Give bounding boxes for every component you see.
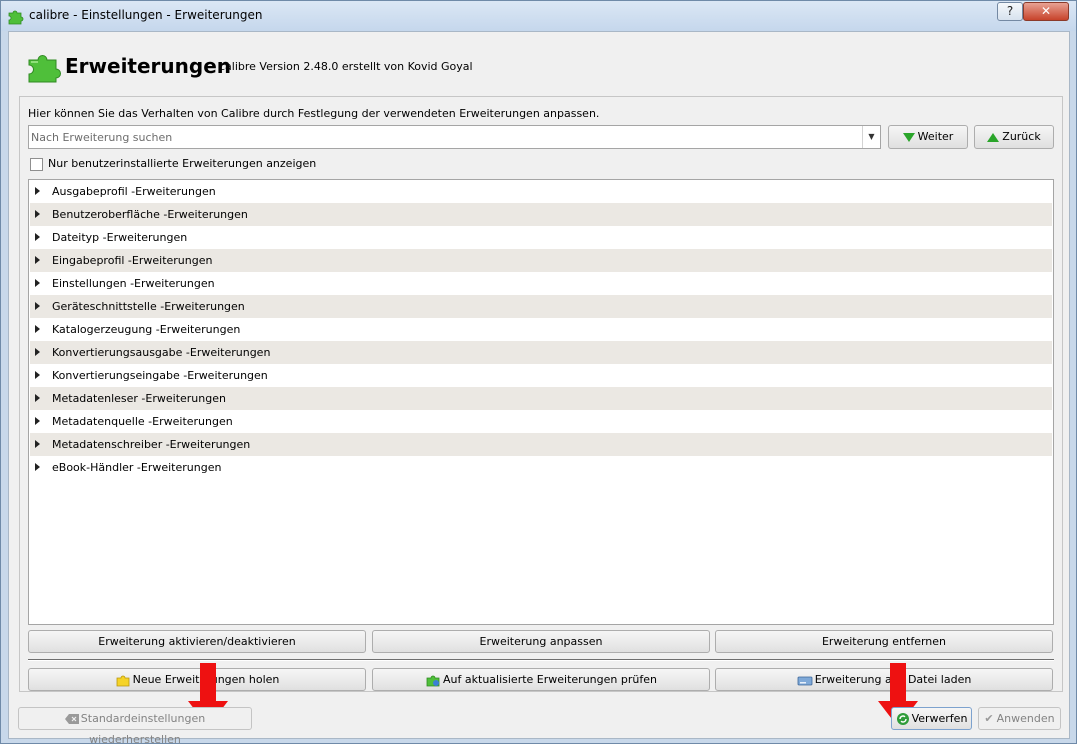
next-button[interactable]: Weiter <box>888 125 968 149</box>
tree-item[interactable]: Dateityp -Erweiterungen <box>30 226 1052 249</box>
help-button[interactable]: ? <box>997 2 1023 21</box>
restore-defaults-label: Standardeinstellungen wiederherstellen <box>80 712 206 744</box>
close-button[interactable]: ✕ <box>1023 2 1069 21</box>
tree-item[interactable]: Geräteschnittstelle -Erweiterungen <box>30 295 1052 318</box>
remove-plugin-button[interactable]: Erweiterung entfernen <box>715 630 1053 653</box>
tree-item[interactable]: Eingabeprofil -Erweiterungen <box>30 249 1052 272</box>
window-title: calibre - Einstellungen - Erweiterungen <box>29 8 263 22</box>
expand-arrow-icon[interactable] <box>35 279 40 287</box>
arrow-up-icon <box>987 132 1000 142</box>
back-button[interactable]: Zurück <box>974 125 1054 149</box>
tree-item[interactable]: Einstellungen -Erweiterungen <box>30 272 1052 295</box>
user-only-checkbox[interactable] <box>30 158 43 171</box>
apply-label: Anwenden <box>996 712 1055 725</box>
plugin-star-icon <box>116 675 129 687</box>
search-combobox[interactable]: ▼ <box>28 125 881 149</box>
search-input[interactable] <box>31 128 859 146</box>
tree-item[interactable]: eBook-Händler -Erweiterungen <box>30 456 1052 479</box>
plugins-panel: Hier können Sie das Verhalten von Calibr… <box>19 96 1063 727</box>
apply-button[interactable]: ✔ Anwenden <box>978 707 1061 730</box>
expand-arrow-icon[interactable] <box>35 302 40 310</box>
clear-icon <box>64 714 79 724</box>
version-info: calibre Version 2.48.0 erstellt von Kovi… <box>219 60 473 73</box>
check-updates-label: Auf aktualisierte Erweiterungen prüfen <box>443 673 657 686</box>
puzzle-icon <box>8 10 24 25</box>
recycle-icon <box>896 713 909 725</box>
tree-item[interactable]: Konvertierungseingabe -Erweiterungen <box>30 364 1052 387</box>
tree-item[interactable]: Ausgabeprofil -Erweiterungen <box>30 180 1052 203</box>
expand-arrow-icon[interactable] <box>35 348 40 356</box>
preferences-window: calibre - Einstellungen - Erweiterungen … <box>0 0 1077 744</box>
check-icon: ✔ <box>984 712 994 725</box>
chevron-down-icon[interactable]: ▼ <box>862 126 880 148</box>
tree-item[interactable]: Metadatenschreiber -Erweiterungen <box>30 433 1052 456</box>
tree-item[interactable]: Konvertierungsausgabe -Erweiterungen <box>30 341 1052 364</box>
expand-arrow-icon[interactable] <box>35 463 40 471</box>
next-label: Weiter <box>917 130 954 143</box>
panel-description: Hier können Sie das Verhalten von Calibr… <box>28 107 600 120</box>
discard-label: Verwerfen <box>911 712 968 725</box>
separator <box>28 659 1054 661</box>
check-updates-button[interactable]: Auf aktualisierte Erweiterungen prüfen <box>372 668 710 691</box>
discard-button[interactable]: Verwerfen <box>891 707 972 730</box>
page-title: Erweiterungen <box>65 54 232 78</box>
arrow-down-icon <box>902 132 915 142</box>
expand-arrow-icon[interactable] <box>35 256 40 264</box>
expand-arrow-icon[interactable] <box>35 210 40 218</box>
tree-item[interactable]: Benutzeroberfläche -Erweiterungen <box>30 203 1052 226</box>
client-area: Erweiterungen calibre Version 2.48.0 ers… <box>8 31 1070 744</box>
puzzle-icon <box>28 55 61 83</box>
expand-arrow-icon[interactable] <box>35 417 40 425</box>
plugin-update-icon <box>426 675 440 687</box>
drive-icon <box>797 676 813 686</box>
back-label: Zurück <box>1002 130 1041 143</box>
plugin-tree[interactable]: Ausgabeprofil -Erweiterungen Benutzerobe… <box>28 179 1054 625</box>
restore-defaults-button[interactable]: Standardeinstellungen wiederherstellen <box>18 707 252 744</box>
expand-arrow-icon[interactable] <box>35 394 40 402</box>
expand-arrow-icon[interactable] <box>35 325 40 333</box>
toggle-plugin-button[interactable]: Erweiterung aktivieren/deaktivieren <box>28 630 366 653</box>
user-only-label: Nur benutzerinstallierte Erweiterungen a… <box>48 157 317 170</box>
expand-arrow-icon[interactable] <box>35 187 40 195</box>
expand-arrow-icon[interactable] <box>35 233 40 241</box>
expand-arrow-icon[interactable] <box>35 440 40 448</box>
tree-item[interactable]: Katalogerzeugung -Erweiterungen <box>30 318 1052 341</box>
tree-item[interactable]: Metadatenquelle -Erweiterungen <box>30 410 1052 433</box>
tree-item[interactable]: Metadatenleser -Erweiterungen <box>30 387 1052 410</box>
title-bar[interactable]: calibre - Einstellungen - Erweiterungen … <box>1 1 1076 31</box>
customize-plugin-button[interactable]: Erweiterung anpassen <box>372 630 710 653</box>
expand-arrow-icon[interactable] <box>35 371 40 379</box>
